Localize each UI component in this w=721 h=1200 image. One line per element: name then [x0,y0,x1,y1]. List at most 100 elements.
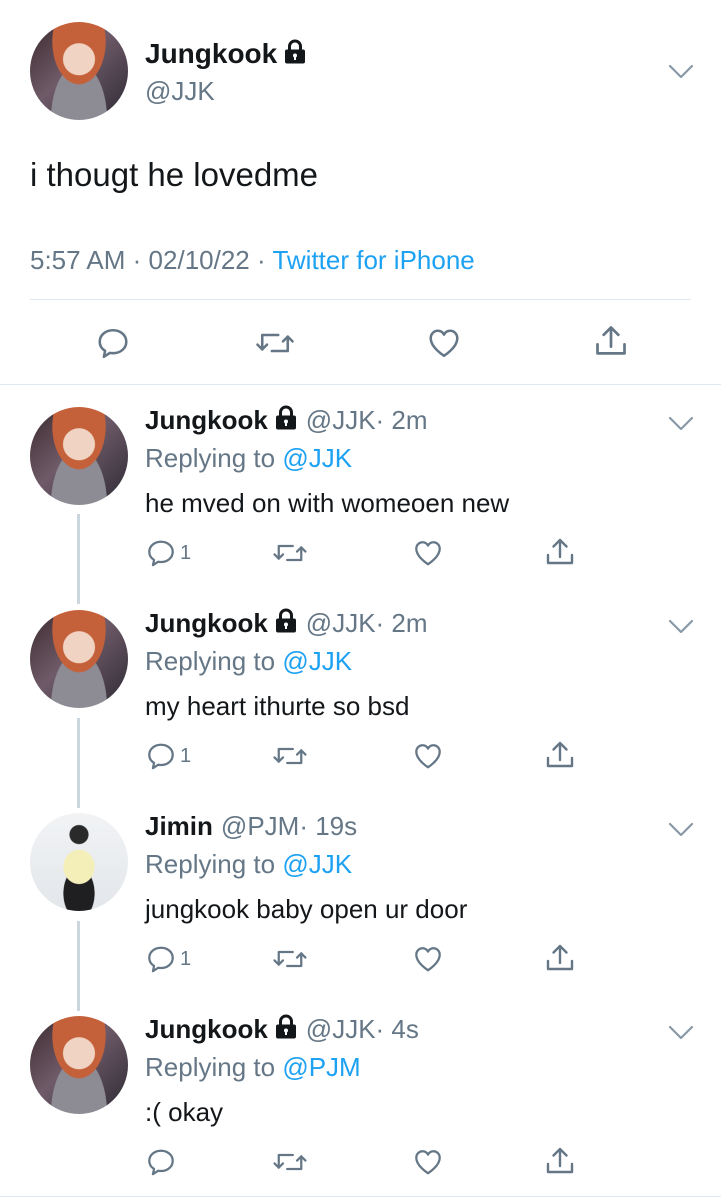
reply-icon [146,741,176,771]
share-button[interactable] [593,322,629,360]
reply-icon [146,538,176,568]
avatar[interactable] [30,1016,128,1114]
retweet-button[interactable] [272,1147,308,1177]
tweet-age: · 19s [299,811,358,841]
replying-to-prefix: Replying to [145,646,276,676]
reply-header: Jungkook @JJK· 2m [145,405,428,436]
avatar[interactable] [30,610,128,708]
tweet-time: 5:57 AM [30,245,126,275]
share-icon [544,738,576,772]
reply-count: 1 [180,541,192,564]
thread-line [77,921,80,1011]
author-handle[interactable]: @JJK [306,608,376,638]
replying-to: Replying to @JJK [145,443,352,474]
share-button[interactable] [544,535,576,569]
tweet-text: i thougt he lovedme [30,156,319,193]
author-handle[interactable]: @JJK [306,405,376,435]
like-icon [412,944,444,974]
retweet-icon [272,1147,308,1177]
author-name-text: Jungkook [145,38,278,69]
reply-header: Jungkook @JJK· 4s [145,1014,419,1045]
avatar[interactable] [30,813,128,911]
chevron-down-icon[interactable] [668,822,694,838]
chevron-down-icon[interactable] [668,64,694,80]
like-button[interactable] [412,741,444,771]
retweet-button[interactable] [272,741,308,771]
tweet-text: jungkook baby open ur door [145,894,468,924]
retweet-button[interactable] [272,944,308,974]
reply-button[interactable]: 1 [146,741,191,771]
like-button[interactable] [426,326,462,360]
reply-icon [96,326,130,360]
share-icon [544,1144,576,1178]
like-icon [412,538,444,568]
reply-count: 1 [180,947,192,970]
retweet-icon [272,538,308,568]
chevron-down-icon[interactable] [668,619,694,635]
replying-to-link[interactable]: @JJK [282,443,352,473]
chevron-down-icon[interactable] [668,416,694,432]
avatar[interactable] [30,407,128,505]
chevron-down-icon[interactable] [668,1025,694,1041]
lock-icon [274,1014,298,1040]
tweet-date: 02/10/22 [148,245,250,275]
tweet-age: · 2m [375,608,428,638]
retweet-icon [255,326,295,360]
author-name[interactable]: Jimin [145,811,213,841]
share-icon [544,941,576,975]
replying-to: Replying to @PJM [145,1052,361,1083]
like-button[interactable] [412,1147,444,1177]
retweet-button[interactable] [255,326,295,360]
replying-to: Replying to @JJK [145,646,352,677]
reply-icon [146,944,176,974]
tweet-source-link[interactable]: Twitter for iPhone [272,245,474,275]
author-name[interactable]: Jungkook [145,38,307,70]
like-button[interactable] [412,944,444,974]
tweet-text: :( okay [145,1097,224,1127]
avatar[interactable] [30,22,128,120]
replying-to-prefix: Replying to [145,1052,276,1082]
tweet-meta: 5:57 AM · 02/10/22 · Twitter for iPhone [30,245,475,276]
meta-separator: · [257,245,266,275]
lock-icon [274,405,298,431]
retweet-icon [272,944,308,974]
thread-line [77,718,80,808]
like-icon [412,1147,444,1177]
tweet-text: my heart ithurte so bsd [145,691,410,721]
like-button[interactable] [412,538,444,568]
author-handle[interactable]: @PJM [221,811,299,841]
author-name[interactable]: Jungkook [145,405,268,435]
replying-to-link[interactable]: @JJK [282,849,352,879]
divider [0,384,721,385]
reply-button[interactable]: 1 [146,944,191,974]
reply-button[interactable] [96,326,130,360]
replying-to: Replying to @JJK [145,849,352,880]
replying-to-prefix: Replying to [145,443,276,473]
author-handle[interactable]: @JJK [145,76,215,107]
share-button[interactable] [544,941,576,975]
lock-icon [283,39,307,65]
tweet-age: · 2m [375,405,428,435]
tweet-age: · 4s [375,1014,419,1044]
lock-icon [274,608,298,634]
retweet-icon [272,741,308,771]
reply-header: Jungkook @JJK· 2m [145,608,428,639]
reply-button[interactable]: 1 [146,538,191,568]
author-handle[interactable]: @JJK [306,1014,376,1044]
reply-icon [146,1147,176,1177]
meta-separator: · [132,245,142,275]
tweet-text: he mved on with womeoen new [145,488,510,518]
like-icon [412,741,444,771]
divider [0,1196,721,1197]
reply-button[interactable] [146,1147,180,1177]
divider [30,299,691,300]
replying-to-link[interactable]: @PJM [282,1052,360,1082]
share-button[interactable] [544,738,576,772]
share-icon [593,322,629,360]
share-button[interactable] [544,1144,576,1178]
author-name[interactable]: Jungkook [145,608,268,638]
like-icon [426,326,462,360]
retweet-button[interactable] [272,538,308,568]
author-name[interactable]: Jungkook [145,1014,268,1044]
replying-to-link[interactable]: @JJK [282,646,352,676]
